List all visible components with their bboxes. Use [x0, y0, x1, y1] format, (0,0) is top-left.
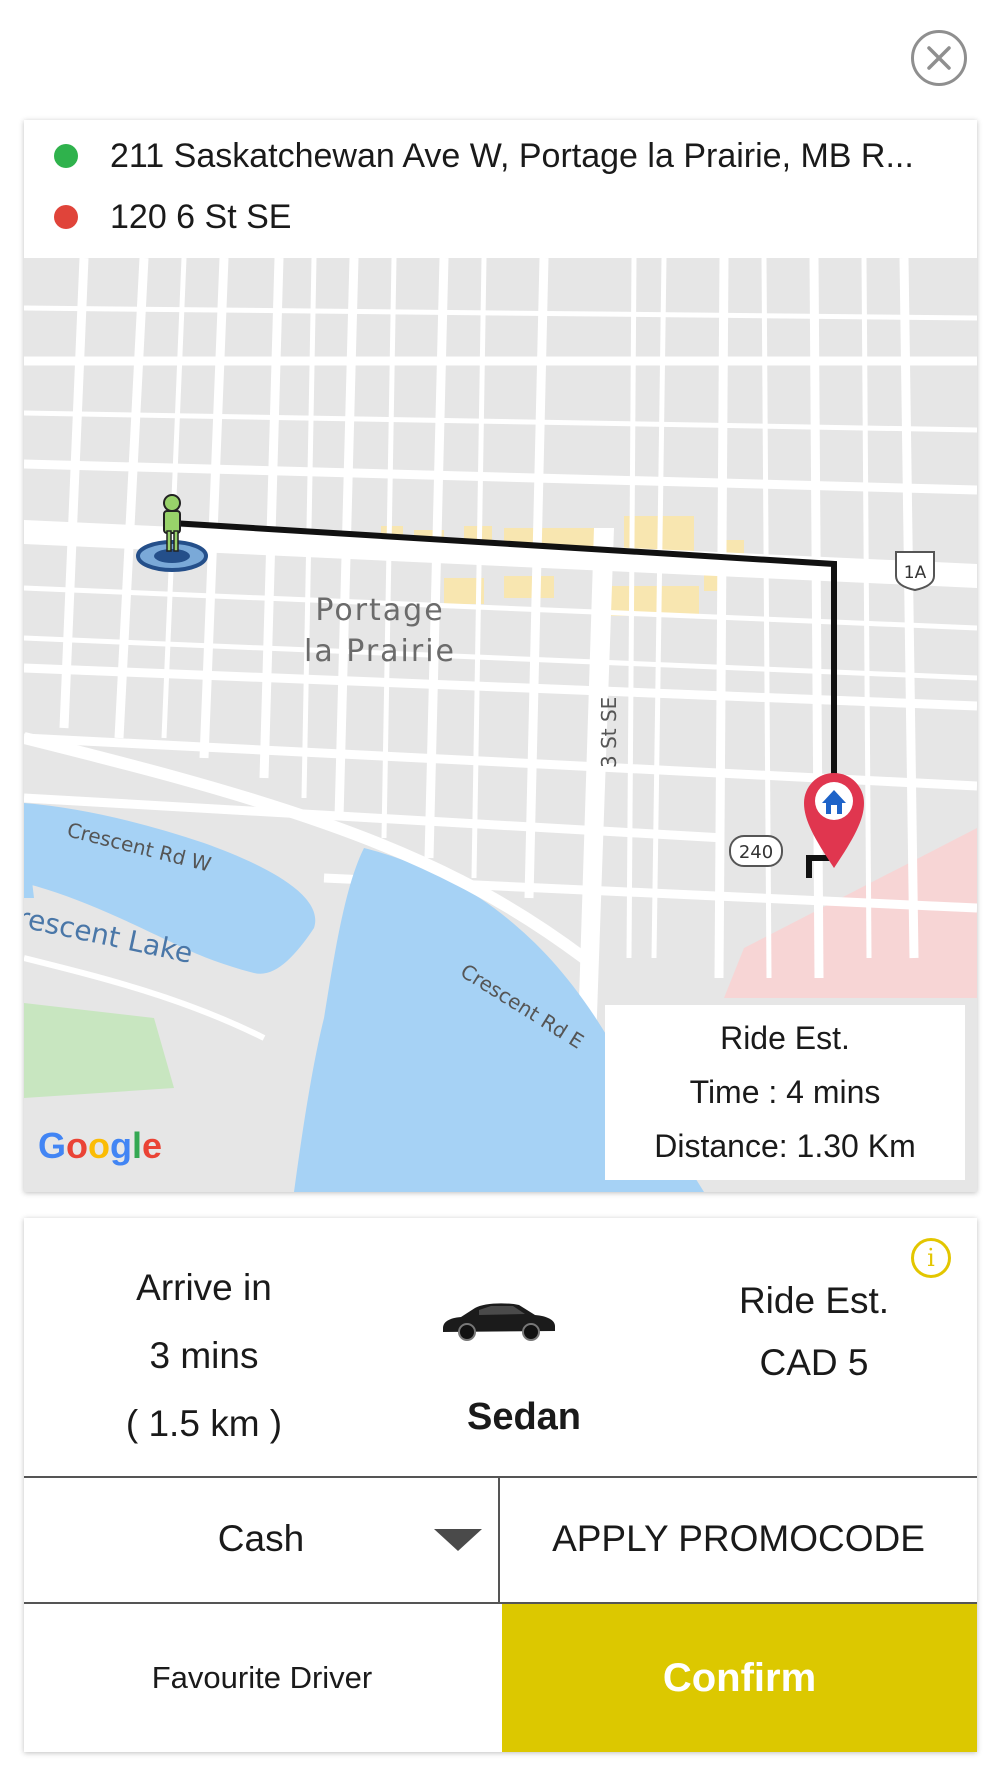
google-logo: Google	[38, 1125, 162, 1166]
arrival-info: Arrive in 3 mins ( 1.5 km )	[24, 1254, 384, 1458]
payment-row: Cash APPLY PROMOCODE	[24, 1476, 977, 1604]
fare-est-value: CAD 5	[759, 1342, 869, 1383]
fare-est-title: Ride Est.	[738, 1280, 890, 1321]
info-icon[interactable]: i	[911, 1238, 951, 1278]
highway-1a-label: 1A	[904, 563, 927, 583]
payment-method-dropdown[interactable]: Cash	[24, 1476, 500, 1602]
map-view[interactable]: 1A 240 Portage la Prairie 3 St SE Cresce…	[24, 258, 977, 1192]
arrive-line1: Arrive in	[136, 1267, 272, 1308]
route-card: 211 Saskatchewan Ave W, Portage la Prair…	[24, 120, 977, 1192]
dropdown-caret-icon	[434, 1529, 482, 1551]
ride-info-section: Arrive in 3 mins ( 1.5 km ) Sedan Ride E…	[24, 1218, 977, 1478]
close-button[interactable]	[911, 30, 967, 86]
confirm-button[interactable]: Confirm	[502, 1604, 977, 1752]
svg-text:Google: Google	[38, 1125, 162, 1166]
dropoff-address: 120 6 St SE	[110, 197, 292, 236]
city-label-line1: Portage	[315, 593, 444, 628]
arrive-line2: 3 mins	[149, 1335, 259, 1376]
pickup-dot-icon	[54, 144, 78, 168]
map-est-distance: Distance: 1.30 Km	[654, 1128, 916, 1164]
street-label-3st: 3 St SE	[597, 697, 621, 768]
map-est-title: Ride Est.	[720, 1020, 850, 1056]
vehicle-type: Sedan	[466, 1396, 582, 1438]
action-row: Favourite Driver Confirm	[24, 1604, 977, 1752]
favourite-driver-button[interactable]: Favourite Driver	[24, 1604, 500, 1752]
close-icon	[927, 46, 951, 70]
map-est-time: Time : 4 mins	[689, 1074, 881, 1110]
payment-method-label: Cash	[217, 1518, 305, 1559]
city-label-line2: la Prairie	[304, 634, 456, 669]
dropoff-dot-icon	[54, 205, 78, 229]
dropoff-row[interactable]: 120 6 St SE	[24, 187, 977, 247]
fare-estimate: Ride Est. CAD 5	[644, 1270, 984, 1394]
booking-card: Arrive in 3 mins ( 1.5 km ) Sedan Ride E…	[24, 1218, 977, 1752]
pickup-address: 211 Saskatchewan Ave W, Portage la Prair…	[110, 136, 914, 175]
arrive-line3: ( 1.5 km )	[125, 1403, 283, 1444]
apply-promocode-button[interactable]: APPLY PROMOCODE	[500, 1476, 977, 1602]
promo-label: APPLY PROMOCODE	[552, 1518, 925, 1559]
car-icon	[443, 1303, 555, 1341]
highway-240-label: 240	[739, 842, 773, 863]
map-ride-estimate: Ride Est. Time : 4 mins Distance: 1.30 K…	[605, 1005, 965, 1180]
pickup-row[interactable]: 211 Saskatchewan Ave W, Portage la Prair…	[24, 126, 977, 186]
